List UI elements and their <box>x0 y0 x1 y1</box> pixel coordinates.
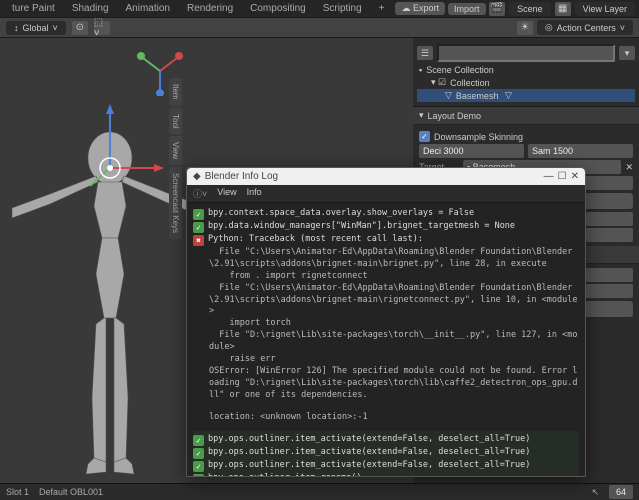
scene-dropdown[interactable]: Scene <box>509 2 551 16</box>
npanel-tab[interactable]: Tool <box>169 108 182 135</box>
ok-mark-icon: ✓ <box>193 222 204 233</box>
traceback-line: import torch <box>209 318 579 330</box>
status-value: 64 <box>609 485 633 499</box>
viewlayer-icon[interactable]: ▦ <box>555 2 571 16</box>
npanel-tab[interactable]: View <box>169 136 182 165</box>
log-text: bpy.ops.outliner.item_activate(extend=Fa… <box>208 434 530 446</box>
outliner: ☰ ▾ ▪ Scene Collection ▾ ☑ Collection ▽ B… <box>413 38 639 107</box>
log-body[interactable]: ✓ bpy.context.space_data.overlay.show_ove… <box>187 203 585 476</box>
snap-type-icon[interactable]: ⬚ ˅ <box>94 21 110 35</box>
minimize-icon[interactable]: — <box>544 171 554 182</box>
blender-icon: ◆ <box>193 171 201 182</box>
top-menu: ture Paint Shading Animation Rendering C… <box>0 0 639 18</box>
log-menubar: ⓘ˅ View Info <box>187 185 585 203</box>
panel-title-row[interactable]: ▾ Layout Demo <box>413 107 639 125</box>
filter-btn[interactable]: ▾ <box>619 46 635 60</box>
traceback-line: from . import rignetconnect <box>209 271 579 283</box>
traceback-line: location: <unknown location>:-1 <box>209 412 579 424</box>
viewlayer-dropdown[interactable]: View Layer <box>575 2 635 16</box>
cursor-icon: ↖ <box>591 487 599 498</box>
snap-icon[interactable]: ⊙ <box>72 21 88 35</box>
error-mark-icon: ✖ <box>193 235 204 246</box>
shading-icon[interactable]: ☀ <box>517 21 533 35</box>
npanel-tab[interactable]: Screencast Keys <box>169 167 182 239</box>
log-titlebar[interactable]: ◆ Blender Info Log — ☐ ✕ <box>187 168 585 185</box>
clear-icon[interactable]: ✕ <box>625 162 633 173</box>
log-text: bpy.ops.outliner.item_rename() <box>208 473 362 476</box>
filter-icon[interactable]: ☰ <box>417 46 433 60</box>
ok-mark-icon: ✓ <box>193 209 204 220</box>
downsample-row[interactable]: Downsample Skinning <box>419 131 633 142</box>
outliner-search[interactable] <box>437 44 615 62</box>
outliner-item-selected[interactable]: ▽ Basemesh ▽ <box>417 89 635 102</box>
traceback-line: File "C:\Users\Animator-Ed\AppData\Roami… <box>209 247 579 271</box>
orientation-dropdown[interactable]: ↕ Global ˅ <box>6 21 66 35</box>
ok-mark-icon: ✓ <box>193 474 204 476</box>
add-workspace-icon[interactable]: + <box>371 1 393 16</box>
ok-mark-icon: ✓ <box>193 461 204 472</box>
workspace-tab[interactable]: Compositing <box>242 1 314 16</box>
traceback-line: OSError: [WinError 126] The specified mo… <box>209 366 579 402</box>
outliner-collection[interactable]: ▾ ☑ Collection <box>417 76 635 89</box>
maximize-icon[interactable]: ☐ <box>558 171 567 182</box>
log-text: Python: Traceback (most recent call last… <box>208 234 423 246</box>
info-log-window: ◆ Blender Info Log — ☐ ✕ ⓘ˅ View Info ✓ b… <box>186 167 586 477</box>
ok-mark-icon: ✓ <box>193 448 204 459</box>
log-window-title: Blender Info Log <box>205 171 278 182</box>
editor-type-icon[interactable]: ⓘ˅ <box>193 187 207 200</box>
log-menu-view[interactable]: View <box>217 187 236 200</box>
log-menu-info[interactable]: Info <box>247 187 262 200</box>
action-centers-dropdown[interactable]: ◎ Action Centers ˅ <box>537 20 633 35</box>
n-panel-tabs: Item Tool View Screencast Keys <box>169 78 187 241</box>
outliner-scene[interactable]: ▪ Scene Collection <box>417 64 635 76</box>
sample-field[interactable]: Sam 1500 <box>528 144 633 158</box>
workspace-tab[interactable]: Animation <box>118 1 178 16</box>
status-slot[interactable]: Slot 1 <box>6 487 29 497</box>
export-button[interactable]: ☁ Export <box>395 2 445 15</box>
checkbox-icon[interactable] <box>419 131 430 142</box>
npanel-tab[interactable]: Item <box>169 78 182 106</box>
status-bar: Slot 1 Default OBL001 ↖ 64 <box>0 483 639 500</box>
workspace-tab[interactable]: Shading <box>64 1 117 16</box>
log-text: bpy.ops.outliner.item_activate(extend=Fa… <box>208 460 530 472</box>
traceback-line: raise err <box>209 354 579 366</box>
header-bar: ↕ Global ˅ ⊙ ⬚ ˅ ☀ ◎ Action Centers ˅ <box>0 18 639 38</box>
close-icon[interactable]: ✕ <box>571 171 579 182</box>
log-text: bpy.ops.outliner.item_activate(extend=Fa… <box>208 447 530 459</box>
traceback-line: File "C:\Users\Animator-Ed\AppData\Roami… <box>209 283 579 319</box>
import-button[interactable]: Import <box>448 3 486 15</box>
traceback-line: File "D:\rignet\Lib\site-packages\torch\… <box>209 330 579 354</box>
workspace-tab[interactable]: Rendering <box>179 1 241 16</box>
decimate-field[interactable]: Deci 3000 <box>419 144 524 158</box>
ok-mark-icon: ✓ <box>193 435 204 446</box>
status-object[interactable]: Default OBL001 <box>39 487 103 497</box>
scene-icon[interactable]: 🎬 <box>489 2 505 16</box>
workspace-tab[interactable]: Scripting <box>315 1 370 16</box>
log-text: bpy.data.window_managers["WinMan"].brign… <box>208 221 515 233</box>
workspace-tab[interactable]: ture Paint <box>4 1 63 16</box>
log-text: bpy.context.space_data.overlay.show_over… <box>208 208 474 220</box>
